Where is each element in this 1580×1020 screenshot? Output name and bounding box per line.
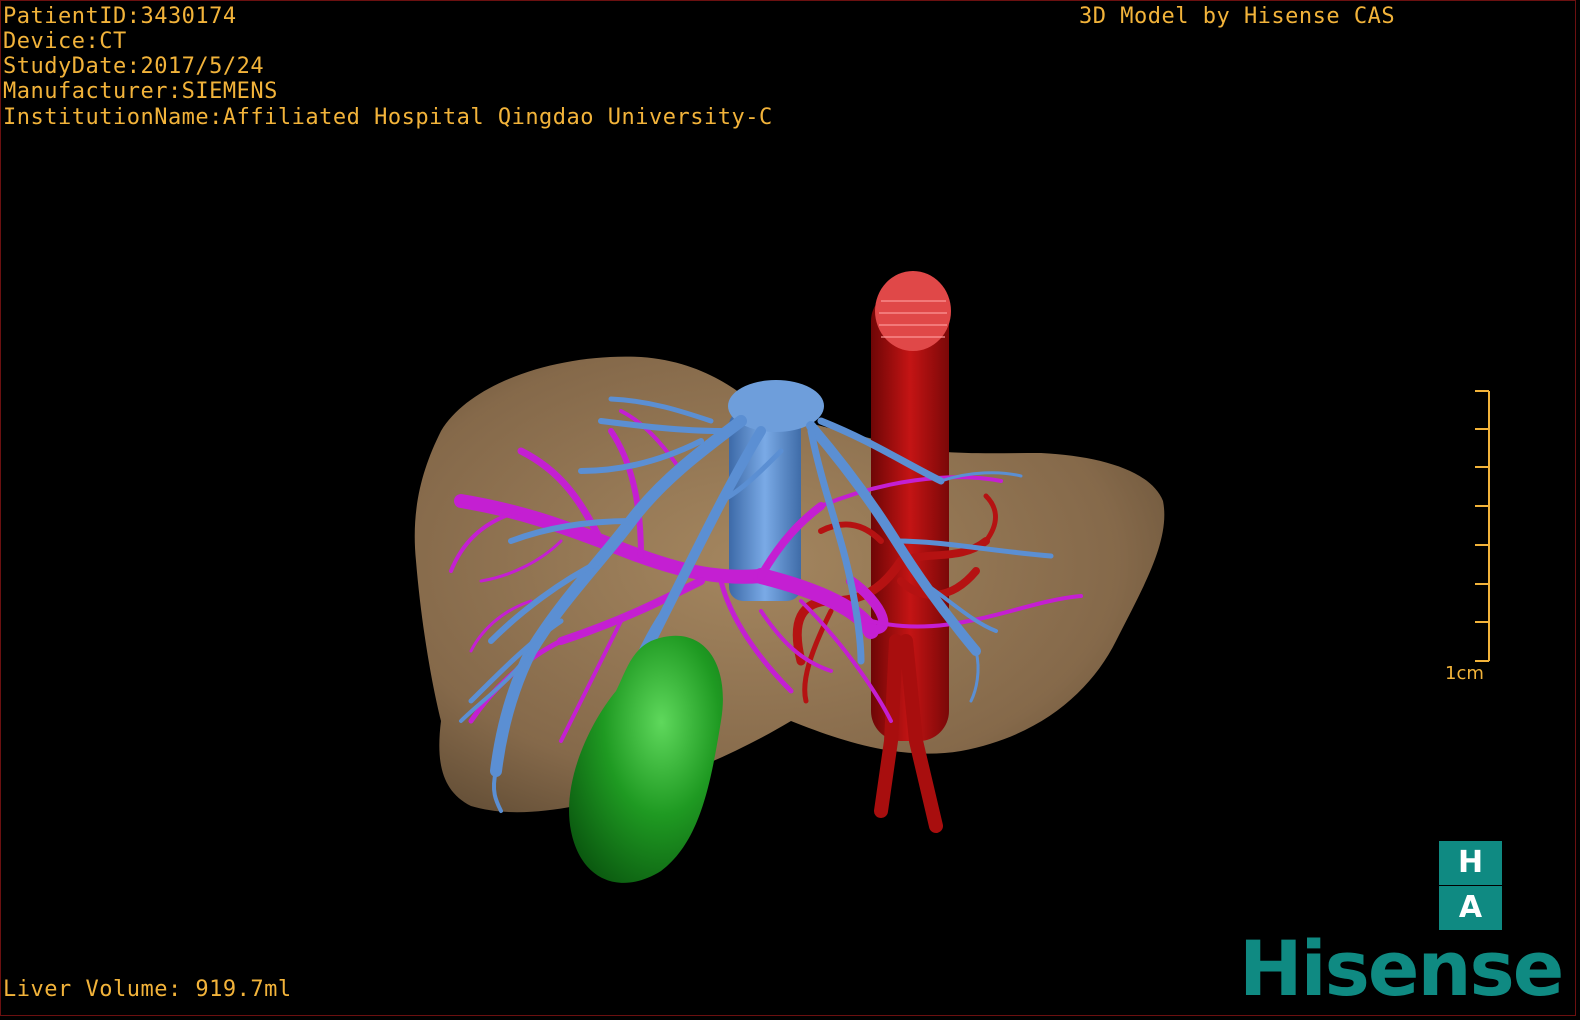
hisense-logo-icon: Hisense [1239, 924, 1564, 1013]
device: Device:CT [3, 29, 127, 54]
scale-bar-label: 1cm [1445, 663, 1484, 684]
3d-viewport[interactable]: PatientID:3430174 Device:CT StudyDate:20… [0, 0, 1576, 1016]
study-date: StudyDate:2017/5/24 [3, 54, 265, 79]
badge-letter-top: H [1457, 845, 1484, 880]
institution-name: InstitutionName:Affiliated Hospital Qing… [3, 105, 773, 130]
liver-volume: Liver Volume: 919.7ml [3, 977, 292, 1002]
scale-bar [1475, 390, 1490, 662]
model-credit: 3D Model by Hisense CAS [1079, 4, 1396, 29]
patient-id: PatientID:3430174 [3, 4, 237, 29]
manufacturer: Manufacturer:SIEMENS [3, 79, 278, 104]
vena-cava-top [875, 271, 951, 351]
liver-3d-model[interactable] [1, 1, 1575, 1015]
ha-badge-icon: H A [1439, 841, 1502, 930]
